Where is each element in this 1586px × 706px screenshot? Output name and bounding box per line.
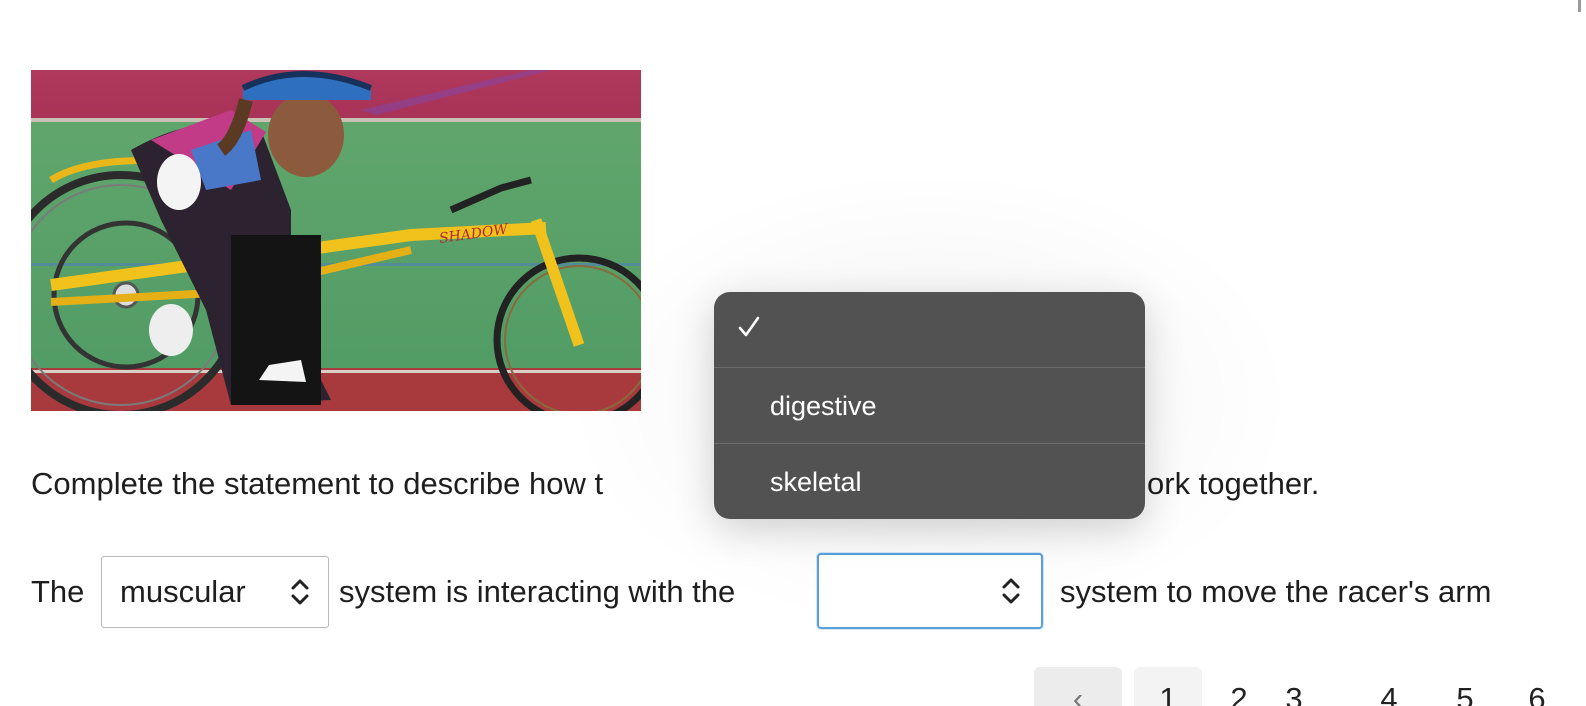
option-skeletal[interactable]: skeletal [714, 443, 1145, 519]
option-digestive[interactable]: digestive [714, 367, 1145, 443]
wheelchair-racer-photo: SHADOW [31, 70, 641, 411]
statement-middle-text: system is interacting with the [339, 574, 736, 609]
question-prompt-tail: ork together. [1147, 466, 1320, 501]
option-blank[interactable] [714, 292, 1145, 367]
chevron-left-icon: ‹ [1072, 681, 1084, 706]
statement-end-text: system to move the racer's arm [1060, 574, 1492, 609]
page-button-4[interactable]: 4 [1374, 667, 1404, 706]
page-button-5[interactable]: 5 [1450, 667, 1480, 706]
page-button-3[interactable]: 3 [1279, 667, 1309, 706]
page-number: 3 [1285, 681, 1303, 706]
up-down-chevron-icon [1002, 578, 1020, 604]
page-number: 4 [1380, 681, 1398, 706]
scroll-indicator [1578, 0, 1581, 12]
page-button-6[interactable]: 6 [1522, 667, 1552, 706]
previous-page-button[interactable]: ‹ [1034, 667, 1122, 706]
question-prompt: Complete the statement to describe how t [31, 466, 604, 501]
select-system-1-value: muscular [120, 574, 246, 609]
page-number: 1 [1159, 681, 1177, 706]
option-label: skeletal [770, 467, 862, 497]
select-system-2[interactable] [817, 553, 1043, 629]
page-number: 6 [1528, 681, 1546, 706]
option-label: digestive [770, 391, 877, 421]
select-options-popup: digestive skeletal [714, 292, 1145, 519]
checkmark-icon [738, 316, 760, 337]
statement-start-text: The [31, 574, 85, 609]
up-down-chevron-icon [291, 579, 309, 605]
page: SHADOW Complete the statement to describ… [0, 0, 1586, 706]
page-number: 2 [1230, 681, 1248, 706]
select-system-1[interactable]: muscular [101, 556, 329, 628]
page-button-1[interactable]: 1 [1134, 667, 1202, 706]
page-button-2[interactable]: 2 [1224, 667, 1254, 706]
page-number: 5 [1456, 681, 1474, 706]
